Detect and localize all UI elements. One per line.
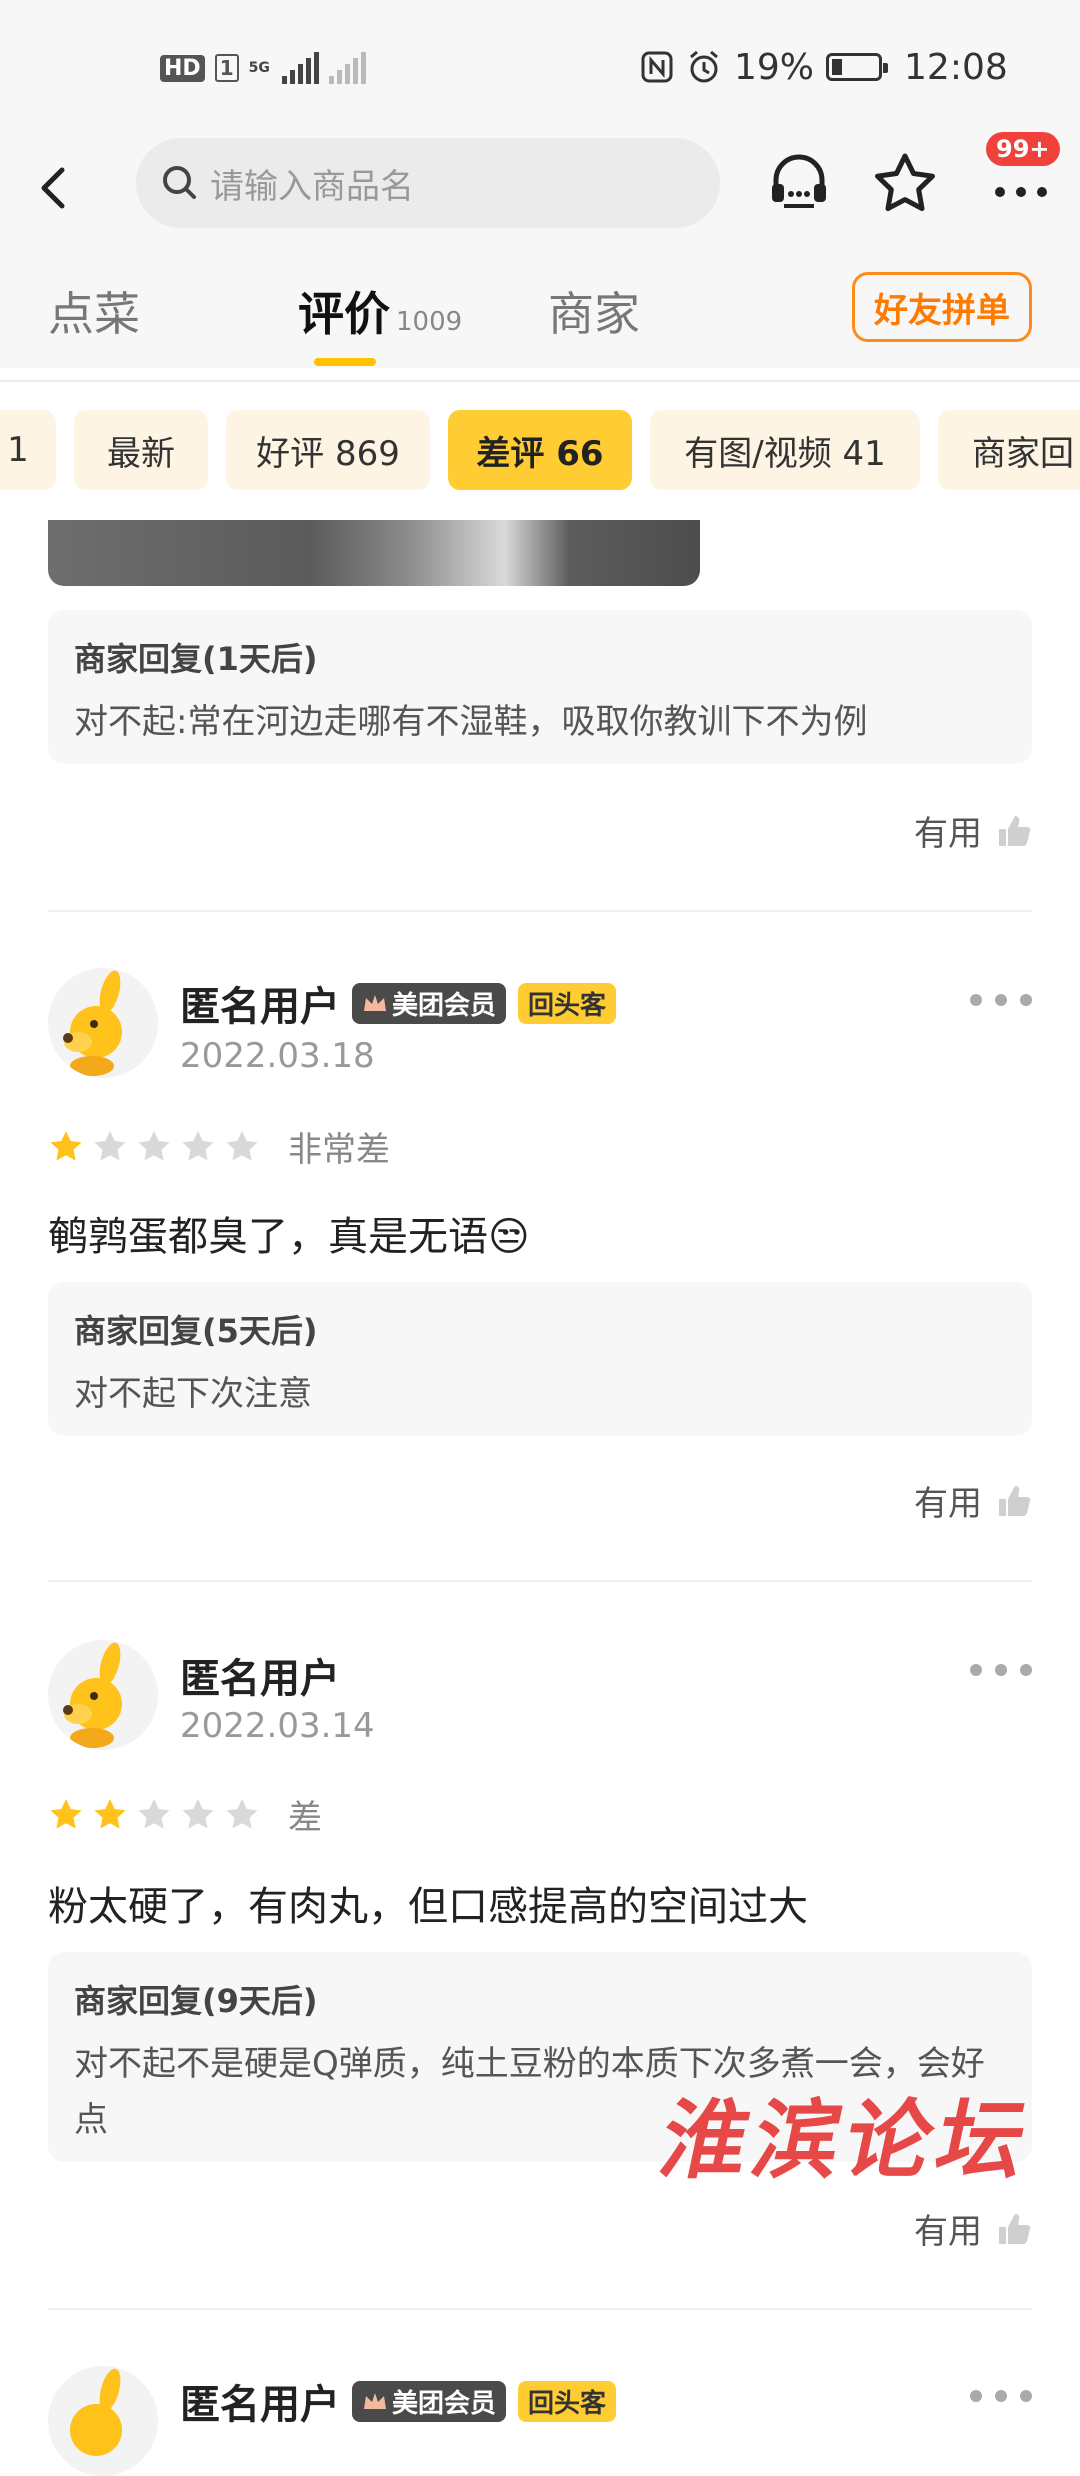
nfc-icon: [641, 51, 673, 83]
sim-icon: 1: [214, 54, 239, 82]
rating-label: 差: [288, 1798, 322, 1838]
crown-icon: [364, 995, 386, 1011]
useful-label: 有用: [914, 2212, 982, 2252]
star-empty-icon: [138, 1130, 170, 1160]
filter-bar: 1 最新 好评 869 差评 66 有图/视频 41 商家回: [0, 410, 1080, 492]
repeat-customer-badge: 回头客: [518, 2380, 617, 2422]
useful-button[interactable]: 有用: [914, 2204, 1032, 2253]
kangaroo-avatar-icon: [63, 970, 122, 1076]
merchant-reply-text: 对不起下次注意: [74, 1374, 312, 1414]
more-options-icon[interactable]: [970, 2386, 1032, 2406]
clock: 12:08: [904, 46, 1008, 88]
useful-label: 有用: [914, 814, 982, 854]
status-bar: HD 1 5G 19% 12:08: [0, 0, 1080, 138]
customer-service-icon[interactable]: [764, 148, 834, 218]
vip-badge: 美团会员: [352, 982, 507, 1024]
merchant-reply-title: 商家回复(9天后): [74, 1982, 318, 2020]
thumbs-up-icon: [999, 1485, 1031, 1516]
filter-chip-merchant-reply[interactable]: 商家回: [938, 410, 1080, 490]
filter-chip-latest[interactable]: 最新: [74, 410, 208, 490]
back-icon[interactable]: [24, 158, 84, 218]
battery-icon: [826, 53, 889, 81]
vip-badge: 美团会员: [352, 2380, 507, 2422]
review-date: 2022.03.14: [180, 1706, 375, 1746]
notification-badge: 99+: [986, 132, 1060, 166]
filter-chip-positive[interactable]: 好评 869: [226, 410, 430, 490]
username: 匿名用户: [180, 2382, 340, 2428]
tab-reviews-label: 评价: [298, 287, 390, 341]
status-left: HD 1 5G: [160, 48, 366, 88]
divider: [0, 380, 1080, 382]
hd-icon: HD: [160, 54, 205, 82]
friend-order-button[interactable]: 好友拼单: [852, 272, 1032, 342]
merchant-reply-title: 商家回复(5天后): [74, 1312, 318, 1350]
useful-label: 有用: [914, 1484, 982, 1524]
review-divider: [48, 910, 1032, 912]
tab-merchant[interactable]: 商家: [548, 278, 640, 344]
tab-bar: 点菜 评价 1009 商家 好友拼单: [0, 258, 1080, 368]
tab-indicator: [314, 358, 376, 366]
thumbs-up-icon: [999, 815, 1031, 846]
battery-percent: 19%: [734, 46, 815, 88]
useful-button[interactable]: 有用: [914, 806, 1032, 855]
filter-chip-negative[interactable]: 差评 66: [448, 410, 632, 490]
more-options-icon[interactable]: [970, 1660, 1032, 1680]
more-options-icon[interactable]: [970, 990, 1032, 1010]
crown-icon: [364, 2393, 386, 2409]
network-type: 5G: [248, 60, 270, 76]
status-right: 19% 12:08: [640, 44, 1080, 90]
merchant-reply: 商家回复(1天后) 对不起:常在河边走哪有不湿鞋，吸取你教训下不为例: [48, 610, 1032, 764]
star-filled-icon: [50, 1798, 82, 1828]
vip-badge-label: 美团会员: [392, 2388, 497, 2419]
review-photo[interactable]: [48, 520, 700, 586]
merchant-reply-title: 商家回复(1天后): [74, 640, 318, 678]
review-count: 1009: [396, 307, 463, 337]
review-text: 鹌鹑蛋都臭了，真是无语😒: [48, 1214, 530, 1260]
star-empty-icon: [182, 1798, 214, 1828]
star-empty-icon: [94, 1130, 126, 1160]
review-date: 2022.03.18: [180, 1036, 375, 1076]
thumbs-up-icon: [999, 2213, 1031, 2244]
star-rating: 非常差: [48, 1122, 390, 1171]
top-bar: 请输入商品名 99+ 点菜 评价 1009 商家 好友拼单: [0, 132, 1080, 368]
vip-badge-label: 美团会员: [392, 990, 497, 1021]
star-empty-icon: [226, 1798, 258, 1828]
star-filled-icon: [94, 1798, 126, 1828]
avatar[interactable]: [48, 968, 158, 1078]
alarm-icon: [690, 50, 718, 83]
avatar[interactable]: [48, 1640, 158, 1750]
review-divider: [48, 1580, 1032, 1582]
favorite-star-icon[interactable]: [870, 148, 940, 218]
tab-order[interactable]: 点菜: [48, 278, 140, 344]
forum-watermark: 淮滨论坛: [651, 2090, 1042, 2191]
review-divider: [48, 2308, 1032, 2310]
signal-icon: [281, 52, 319, 84]
filter-chip-media[interactable]: 有图/视频 41: [650, 410, 920, 490]
tab-reviews[interactable]: 评价 1009: [298, 278, 462, 344]
search-input[interactable]: 请输入商品名: [136, 138, 720, 228]
star-filled-icon: [50, 1130, 82, 1160]
avatar[interactable]: [48, 2366, 158, 2476]
star-rating: 差: [48, 1790, 322, 1839]
star-empty-icon: [182, 1130, 214, 1160]
rating-label: 非常差: [288, 1130, 390, 1170]
repeat-customer-badge: 回头客: [518, 982, 617, 1024]
star-empty-icon: [226, 1130, 258, 1160]
kangaroo-avatar-icon: [70, 2368, 122, 2456]
review-user: 匿名用户: [180, 1646, 340, 1704]
useful-button[interactable]: 有用: [914, 1476, 1032, 1525]
star-empty-icon: [138, 1798, 170, 1828]
merchant-reply: 商家回复(5天后) 对不起下次注意: [48, 1282, 1032, 1436]
review-user: 匿名用户 美团会员 回头客: [180, 2372, 617, 2430]
filter-chip-all[interactable]: 1: [0, 410, 56, 490]
search-icon: [163, 166, 196, 199]
review-user: 匿名用户 美团会员 回头客: [180, 974, 617, 1032]
review-text: 粉太硬了，有肉丸，但口感提高的空间过大: [48, 1884, 808, 1930]
username: 匿名用户: [180, 1656, 340, 1702]
merchant-reply-text: 对不起:常在河边走哪有不湿鞋，吸取你教训下不为例: [74, 702, 868, 742]
search-placeholder: 请输入商品名: [210, 166, 414, 207]
signal-2-icon: [328, 52, 366, 84]
kangaroo-avatar-icon: [63, 1642, 122, 1748]
username: 匿名用户: [180, 984, 340, 1030]
